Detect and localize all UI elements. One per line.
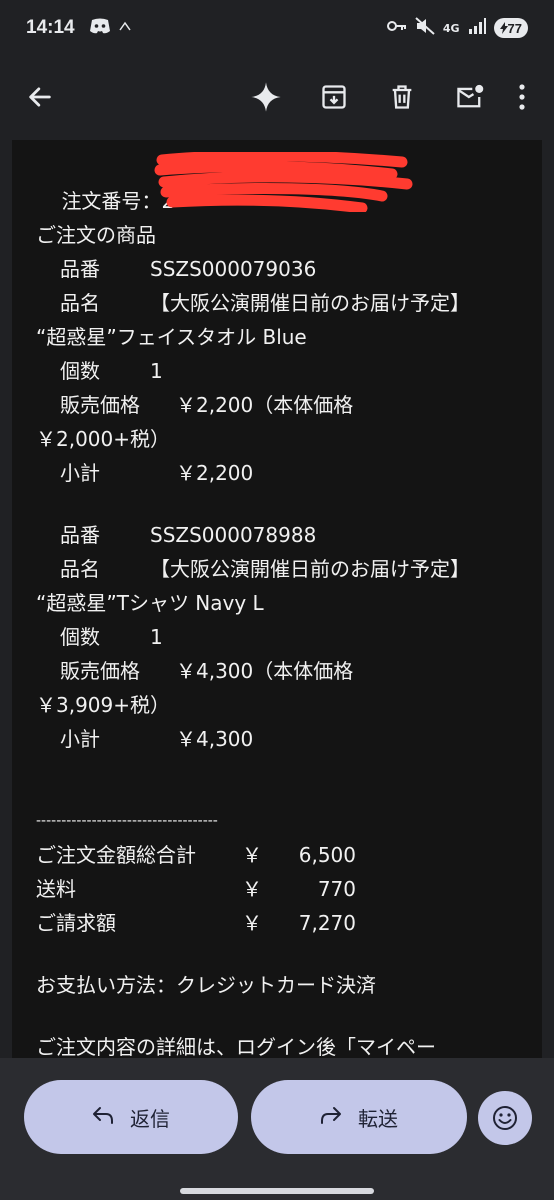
mute-icon: [415, 17, 435, 39]
order-item: 品番 SSZS000078988 品名 【大阪公演開催日前のお届け予定】 “超惑星”…: [36, 518, 542, 756]
name-value: 【大阪公演開催日前のお届け予定】: [150, 557, 470, 581]
bottom-action-bar: 返信 転送: [0, 1058, 554, 1200]
price-value-line2: ￥2,000+税）: [36, 427, 171, 451]
order-number-redacted: 2: [161, 189, 175, 213]
details-text: ご注文内容の詳細は、ログイン後「マイペー: [36, 1035, 436, 1058]
total-row: ご請求額 ￥ 7,270: [36, 911, 356, 935]
forward-icon: [320, 1105, 342, 1129]
gesture-bar[interactable]: [180, 1188, 374, 1194]
sparkle-icon[interactable]: [240, 71, 292, 123]
price-value: ￥4,300（本体価格: [176, 659, 354, 683]
forward-label: 転送: [358, 1106, 398, 1131]
discord-icon: [89, 18, 111, 38]
battery-level: 77: [507, 20, 522, 36]
name-value: 【大阪公演開催日前のお届け予定】: [150, 291, 470, 315]
mark-unread-icon[interactable]: [444, 71, 496, 123]
name-value-line2: “超惑星”フェイスタオル Blue: [36, 325, 307, 349]
price-label: 販売価格: [60, 659, 140, 683]
charging-icon: [499, 22, 508, 34]
price-label: 販売価格: [60, 393, 140, 417]
emoji-icon: [493, 1106, 517, 1130]
qty-label: 個数: [60, 359, 100, 383]
price-value-line2: ￥3,909+税）: [36, 693, 171, 717]
delete-icon[interactable]: [376, 71, 428, 123]
reply-icon: [92, 1105, 114, 1129]
notification-icon: [118, 20, 131, 36]
order-number-line: 注文番号：2: [36, 150, 542, 213]
name-label: 品名: [60, 557, 100, 581]
qty-label: 個数: [60, 625, 100, 649]
subtotal-value: ￥4,300: [176, 727, 254, 751]
back-arrow-icon[interactable]: [14, 71, 66, 123]
totals: ご注文金額総合計 ￥ 6,500 送料 ￥ 770 ご請求額 ￥ 7,270: [36, 838, 542, 940]
forward-button[interactable]: 転送: [251, 1080, 467, 1154]
battery-indicator: 77: [493, 18, 528, 38]
payment-method: お支払い方法：クレジットカード決済: [36, 973, 376, 997]
order-number-label: 注文番号：: [61, 189, 162, 213]
archive-icon[interactable]: [308, 71, 360, 123]
reply-button[interactable]: 返信: [24, 1080, 238, 1154]
email-body: 注文番号：2 ご注文の商品 品番 SSZS000079036 品名 【大阪公演開催日…: [12, 140, 542, 1058]
name-label: 品名: [60, 291, 100, 315]
status-time: 14:14: [26, 17, 75, 38]
email-toolbar: [0, 56, 554, 138]
total-row: ご注文金額総合計 ￥ 6,500: [36, 843, 356, 867]
signal-icon: [468, 18, 486, 38]
qty-value: 1: [150, 359, 163, 383]
qty-value: 1: [150, 625, 163, 649]
sku-value: SSZS000079036: [150, 257, 317, 281]
reply-label: 返信: [130, 1106, 170, 1131]
total-row: 送料 ￥ 770: [36, 877, 356, 901]
sku-value: SSZS000078988: [150, 523, 317, 547]
name-value-line2: “超惑星”Tシャツ Navy L: [36, 591, 264, 615]
subtotal-label: 小計: [60, 727, 100, 751]
status-bar: 14:14 4G 77: [0, 0, 554, 56]
more-vert-icon[interactable]: [504, 71, 540, 123]
network-type-label: 4G: [442, 21, 460, 35]
price-value: ￥2,200（本体価格: [176, 393, 354, 417]
vpn-key-icon: [386, 20, 407, 36]
divider-line: ------------------------------------: [36, 813, 218, 829]
emoji-reaction-button[interactable]: [478, 1091, 532, 1145]
subtotal-label: 小計: [60, 461, 100, 485]
sku-label: 品番: [60, 523, 100, 547]
sku-label: 品番: [60, 257, 100, 281]
items-heading: ご注文の商品: [36, 223, 156, 247]
subtotal-value: ￥2,200: [176, 461, 254, 485]
order-item: 品番 SSZS000079036 品名 【大阪公演開催日前のお届け予定】 “超惑星”…: [36, 252, 542, 490]
